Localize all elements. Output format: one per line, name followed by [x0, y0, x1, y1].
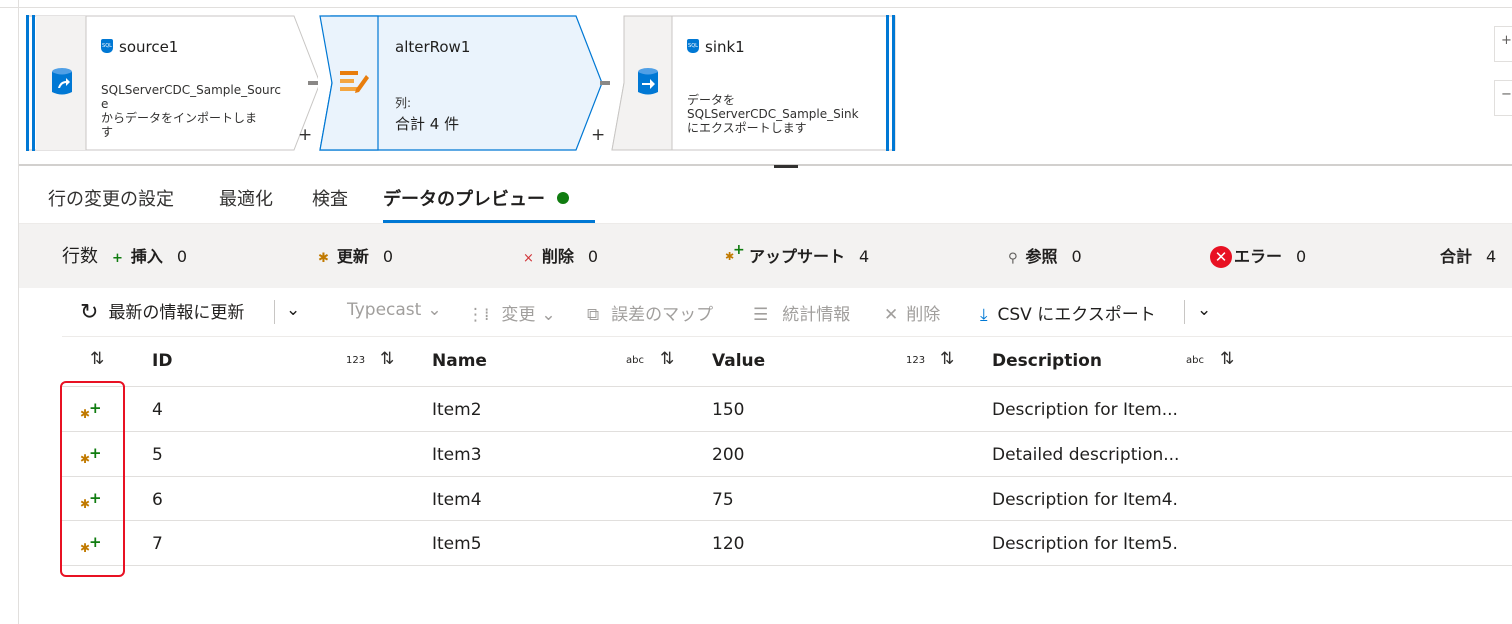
cell-name: Item3	[432, 445, 482, 465]
alter-row-icon	[340, 71, 369, 93]
modify-icon: ⋮⁞	[467, 305, 490, 325]
cell-id: 6	[152, 490, 163, 510]
sort-icon[interactable]: ⇅	[940, 349, 954, 369]
sink-node-description: データを SQLServerCDC_Sample_Sink にエクスポートします	[687, 93, 859, 135]
sort-icon[interactable]: ⇅	[660, 349, 674, 369]
stat-insert: + 挿入 0	[112, 247, 188, 266]
string-type-icon: abc	[1186, 355, 1204, 366]
remove-button[interactable]: ✕ 削除	[884, 300, 940, 325]
cell-description: Description for Item5.	[992, 534, 1178, 554]
refresh-button[interactable]: ↻ 最新の情報に更新	[80, 298, 244, 325]
cell-name: Item5	[432, 534, 482, 554]
tab-data-preview[interactable]: データのプレビュー	[383, 185, 569, 211]
toolbar-separator	[1184, 300, 1185, 324]
zoom-in-icon: +	[1501, 33, 1512, 48]
annotation-highlight-box	[60, 381, 125, 577]
error-icon: ✕	[1210, 246, 1232, 268]
map-drifted-button[interactable]: ⧉ 誤差のマップ	[587, 300, 713, 325]
stat-total: 合計 4	[1440, 247, 1497, 266]
sink-node[interactable]: SQL sink1 データを SQLServerCDC_Sample_Sink に…	[610, 15, 898, 151]
zoom-in-button[interactable]: +	[1494, 26, 1512, 62]
download-icon: ⤓	[980, 305, 988, 325]
stat-update: ✱ 更新 0	[318, 247, 394, 266]
sort-icon[interactable]: ⇅	[1220, 349, 1234, 369]
upsert-icon: ✱ +	[725, 242, 745, 263]
sql-database-icon: SQL	[101, 38, 113, 53]
export-options-chevron-icon[interactable]: ⌄	[1197, 300, 1211, 320]
cell-description: Description for Item...	[992, 400, 1178, 420]
column-header-description[interactable]: Description	[992, 351, 1102, 371]
modify-button[interactable]: ⋮⁞ 変更 ⌄	[467, 300, 556, 325]
header-divider	[62, 386, 1512, 387]
toolbar-divider	[62, 336, 1512, 337]
update-icon: ✱	[318, 251, 329, 266]
alterrow-column-total: 合計 4 件	[395, 115, 460, 133]
typecast-button[interactable]: Typecast ⌄	[347, 300, 442, 320]
refresh-options-chevron-icon[interactable]: ⌄	[286, 300, 300, 320]
column-header-name[interactable]: Name	[432, 351, 487, 371]
cell-description: Detailed description...	[992, 445, 1180, 465]
row-sort-icon[interactable]: ⇅	[90, 349, 104, 369]
number-type-icon: 123	[906, 355, 926, 366]
number-type-icon: 123	[346, 355, 366, 366]
cell-value: 75	[712, 490, 734, 510]
row-count-label: 行数	[62, 246, 98, 267]
delete-icon: ×	[523, 251, 534, 266]
column-header-id[interactable]: ID	[152, 351, 172, 371]
left-divider	[18, 0, 19, 624]
map-drifted-icon: ⧉	[587, 305, 600, 325]
zoom-out-icon: −	[1501, 87, 1512, 102]
cell-id: 4	[152, 400, 163, 420]
source-node[interactable]: SQL source1 SQLServerCDC_Sample_Sourc e か…	[26, 15, 322, 151]
toolbar-separator	[274, 300, 275, 324]
source-node-title: SQL source1	[101, 38, 179, 56]
lookup-icon: ⚲	[1008, 251, 1018, 266]
cell-value: 200	[712, 445, 745, 465]
zoom-out-button[interactable]: −	[1494, 80, 1512, 116]
row-divider	[62, 520, 1512, 521]
stat-upsert: ✱ + アップサート 4	[725, 242, 870, 266]
sql-database-icon: SQL	[687, 38, 699, 53]
alterrow-node-title: alterRow1	[395, 38, 471, 56]
alterrow-node[interactable]: alterRow1 列: 合計 4 件 +	[318, 15, 608, 151]
cell-description: Description for Item4.	[992, 490, 1178, 510]
row-divider	[62, 431, 1512, 432]
add-transform-button[interactable]: +	[298, 125, 312, 145]
refresh-icon: ↻	[80, 300, 99, 325]
string-type-icon: abc	[626, 355, 644, 366]
alterrow-column-label: 列:	[395, 96, 412, 110]
panel-resize-handle[interactable]	[774, 165, 798, 168]
chevron-down-icon: ⌄	[541, 305, 556, 325]
sort-icon[interactable]: ⇅	[380, 349, 394, 369]
row-divider	[62, 476, 1512, 477]
statistics-button[interactable]: ☰ 統計情報	[753, 300, 850, 325]
cell-name: Item2	[432, 400, 482, 420]
stat-lookup: ⚲ 参照 0	[1008, 247, 1082, 266]
column-header-value[interactable]: Value	[712, 351, 765, 371]
row-divider	[62, 565, 1512, 566]
status-dot-icon	[557, 192, 569, 204]
cell-id: 7	[152, 534, 163, 554]
stat-error: ✕ エラー 0	[1210, 243, 1306, 268]
cell-id: 5	[152, 445, 163, 465]
add-transform-button[interactable]: +	[591, 125, 605, 145]
remove-icon: ✕	[884, 305, 899, 325]
canvas-divider	[19, 164, 1512, 166]
stat-delete: × 削除 0	[523, 247, 599, 266]
chevron-down-icon: ⌄	[427, 300, 442, 320]
source-import-icon	[52, 68, 72, 95]
insert-icon: +	[112, 251, 123, 266]
tab-alter-row-settings[interactable]: 行の変更の設定	[48, 185, 174, 211]
cell-value: 120	[712, 534, 745, 554]
tab-inspect[interactable]: 検査	[312, 185, 348, 211]
export-csv-button[interactable]: ⤓ CSV にエクスポート	[980, 300, 1156, 325]
statistics-icon: ☰	[753, 305, 769, 325]
sink-node-title: SQL sink1	[687, 38, 745, 56]
canvas-top-border	[0, 7, 1512, 8]
sink-export-icon	[638, 68, 658, 95]
cell-value: 150	[712, 400, 745, 420]
tab-optimize[interactable]: 最適化	[219, 185, 273, 211]
source-node-description: SQLServerCDC_Sample_Sourc e からデータをインポートし…	[101, 83, 281, 139]
cell-name: Item4	[432, 490, 482, 510]
